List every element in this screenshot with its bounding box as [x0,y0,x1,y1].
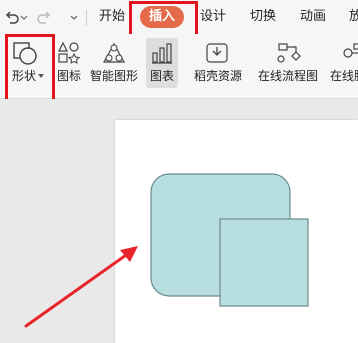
red-arrow-line [24,251,131,328]
red-arrow-head [120,246,138,262]
slide-shapes-layer [24,173,309,328]
square-shape[interactable] [219,218,309,307]
